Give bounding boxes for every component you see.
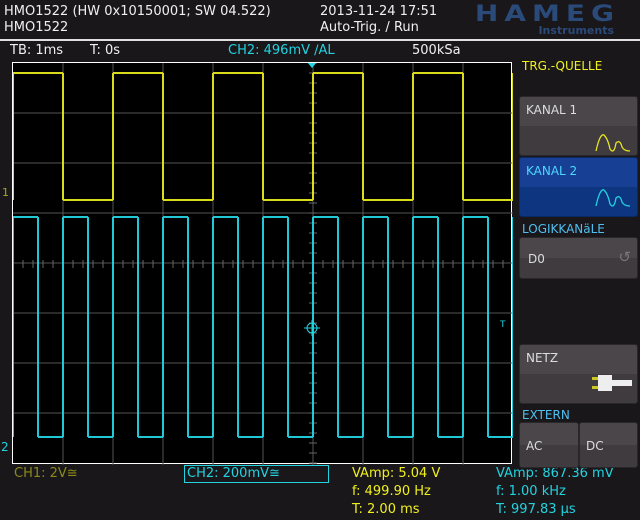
ch1-frequency: f: 499.90 Hz [352, 484, 431, 499]
logic-channels-header: LOGIKKANäLE [522, 222, 605, 236]
netz-button[interactable]: NETZ [519, 344, 638, 404]
extern-header: EXTERN [522, 408, 570, 422]
kanal2-label: KANAL 2 [526, 164, 578, 178]
hameg-logo: HAMEG Instruments [368, 0, 640, 38]
waveform-svg [0, 62, 514, 465]
trigger-time[interactable]: T: 0s [90, 43, 120, 58]
logo-text: HAMEG [474, 0, 620, 27]
ch1-trace [0, 72, 514, 201]
ch2-period: T: 997.83 µs [496, 502, 576, 517]
ch2-trace [0, 216, 514, 438]
netz-label: NETZ [526, 351, 559, 365]
dc-button[interactable]: DC [579, 422, 638, 468]
trigger-level-marker[interactable]: T [500, 320, 506, 330]
timebase[interactable]: TB: 1ms [10, 43, 63, 58]
ch1-scale[interactable]: CH1: 2V≅ [14, 466, 78, 481]
rotate-icon: ↺ [618, 248, 631, 266]
logo-subtext: Instruments [538, 24, 614, 37]
ch2-wave-icon [595, 189, 631, 207]
power-plug-icon [592, 375, 632, 391]
ch2-ground-marker[interactable]: 2 [1, 440, 9, 454]
ac-label: AC [526, 439, 543, 453]
ch2-frequency: f: 1.00 kHz [496, 484, 566, 499]
ch2-vamp: VAmp: 867.36 mV [496, 466, 614, 481]
ch2-scale[interactable]: CH2: 200mV≅ [184, 465, 329, 483]
d0-label: D0 [528, 252, 545, 266]
kanal2-button[interactable]: KANAL 2 [519, 157, 638, 217]
sample-rate: 500kSa [412, 43, 461, 58]
device-name: HMO1522 [4, 20, 69, 35]
trigger-position-icon [307, 62, 317, 68]
ac-button[interactable]: AC [519, 422, 579, 468]
kanal1-label: KANAL 1 [526, 103, 578, 117]
d0-button[interactable]: D0 ↺ [519, 237, 638, 279]
ch1-period: T: 2.00 ms [352, 502, 420, 517]
ch1-wave-icon [595, 134, 631, 152]
menu-title: TRG.-QUELLE [522, 59, 603, 73]
ch1-ground-marker[interactable]: 1 [2, 186, 9, 199]
ch1-vamp: VAmp: 5.04 V [352, 466, 441, 481]
trigger-level[interactable]: CH2: 496mV ∕AL [228, 43, 335, 58]
kanal1-button[interactable]: KANAL 1 [519, 96, 638, 156]
dc-label: DC [586, 439, 604, 453]
waveform-display[interactable] [0, 62, 514, 465]
device-info: HMO1522 (HW 0x10150001; SW 04.522) [4, 4, 271, 19]
header-divider [0, 39, 640, 41]
